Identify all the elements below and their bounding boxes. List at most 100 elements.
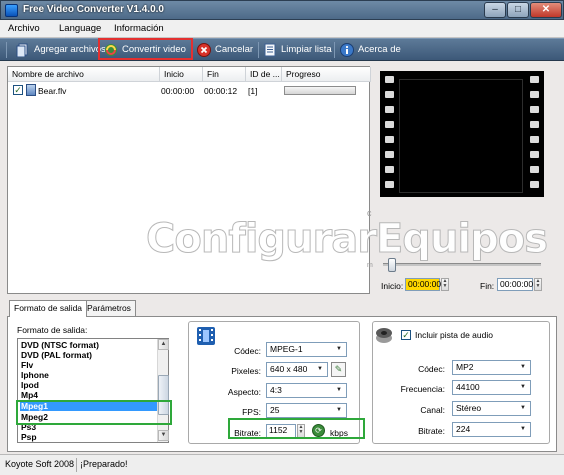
fps-select[interactable]: 25 ▼: [266, 403, 347, 418]
cancel-icon: [197, 43, 211, 57]
column-header-progress[interactable]: Progreso: [282, 67, 371, 82]
clear-list-label: Limpiar lista: [281, 44, 332, 55]
list-item[interactable]: Mp4: [20, 390, 158, 400]
chevron-down-icon: ▼: [520, 364, 526, 370]
film-sprocket: [385, 76, 394, 83]
video-file-icon: [26, 84, 36, 96]
about-label: Acerca de: [358, 44, 401, 55]
menu-language[interactable]: Language: [59, 23, 101, 34]
list-item[interactable]: DVD (PAL format): [20, 350, 158, 360]
video-codec-select[interactable]: MPEG-1 ▼: [266, 342, 347, 357]
watermark-m: m: [367, 262, 373, 269]
menu-archivo[interactable]: Archivo: [8, 23, 40, 34]
aspect-select[interactable]: 4:3 ▼: [266, 383, 347, 398]
watermark: ConfigurarEquipos: [145, 216, 548, 263]
video-codec-label: Códec:: [234, 346, 261, 356]
channel-select[interactable]: Stéreo ▼: [452, 401, 531, 416]
file-progress-bar: [284, 86, 356, 95]
list-item[interactable]: Iphone: [20, 370, 158, 380]
tab-parametros[interactable]: Parámetros: [82, 300, 136, 316]
pixels-select[interactable]: 640 x 480 ▼: [266, 362, 328, 377]
menu-informacion[interactable]: Información: [114, 23, 164, 34]
tab-formato-salida[interactable]: Formato de salida: [9, 300, 88, 317]
clear-list-button[interactable]: Limpiar lista: [263, 41, 332, 59]
list-item[interactable]: Flv: [20, 360, 158, 370]
row-checkbox[interactable]: ✓: [13, 85, 23, 95]
menu-bar: Archivo Language Información: [0, 20, 564, 38]
video-codec-value: MPEG-1: [270, 344, 303, 354]
channel-label: Canal:: [420, 405, 445, 415]
add-files-label: Agregar archivos: [34, 44, 106, 55]
about-button[interactable]: Acerca de: [340, 41, 401, 59]
audio-bitrate-value: 224: [456, 424, 471, 434]
column-header-end[interactable]: Fin: [203, 67, 246, 82]
film-sprocket: [385, 136, 394, 143]
film-icon: [197, 327, 215, 345]
add-files-button[interactable]: Agregar archivos: [16, 41, 106, 59]
aspect-value: 4:3: [270, 385, 282, 395]
close-button[interactable]: ✕: [530, 2, 562, 18]
film-sprocket: [530, 151, 539, 158]
film-sprocket: [530, 181, 539, 188]
pixels-value: 640 x 480: [270, 364, 308, 374]
status-divider: [76, 458, 77, 472]
add-files-icon: [16, 43, 28, 57]
scroll-up-button[interactable]: ▲: [158, 339, 169, 350]
chevron-down-icon: ▼: [336, 407, 342, 413]
speaker-icon: [376, 328, 392, 343]
edit-pixels-button[interactable]: ✎: [331, 362, 346, 377]
toolbar: Agregar archivos Convertir video Cancela…: [0, 38, 564, 61]
chevron-down-icon: ▼: [520, 384, 526, 390]
format-list-scrollbar[interactable]: ▲ ▼: [157, 339, 169, 442]
chevron-down-icon: ▼: [520, 426, 526, 432]
bitrate-highlight-box: [228, 418, 365, 439]
audio-bitrate-select[interactable]: 224 ▼: [452, 422, 531, 437]
film-sprocket: [385, 181, 394, 188]
audio-codec-select[interactable]: MP2 ▼: [452, 360, 531, 375]
end-time-input[interactable]: 00:00:00: [497, 278, 533, 291]
film-sprocket: [530, 76, 539, 83]
film-sprocket: [385, 166, 394, 173]
aspect-label: Aspecto:: [227, 387, 261, 397]
start-time-spinner[interactable]: ▲ ▼: [441, 278, 449, 291]
mpeg-highlight-box: [16, 400, 172, 425]
output-format-heading: Formato de salida:: [17, 325, 88, 335]
list-item[interactable]: Psp: [20, 432, 158, 442]
audio-codec-value: MP2: [456, 362, 474, 372]
list-item[interactable]: Ipod: [20, 380, 158, 390]
film-sprocket: [530, 121, 539, 128]
chevron-down-icon: ▼: [317, 366, 323, 372]
seek-slider-track[interactable]: [383, 263, 541, 266]
column-header-start[interactable]: Inicio: [160, 67, 203, 82]
film-sprocket: [385, 106, 394, 113]
file-start: 00:00:00: [161, 86, 195, 96]
include-audio-checkbox[interactable]: ✓: [401, 330, 411, 340]
frequency-value: 44100: [456, 382, 480, 392]
audio-bitrate-label: Bitrate:: [418, 426, 445, 436]
start-time-input[interactable]: 00:00:00: [405, 278, 441, 291]
file-id: [1]: [248, 86, 258, 96]
fps-value: 25: [270, 405, 280, 415]
cancel-button[interactable]: Cancelar: [197, 41, 255, 59]
start-label: Inicio:: [381, 281, 404, 291]
minimize-button[interactable]: –: [484, 2, 506, 18]
column-header-filename[interactable]: Nombre de archivo: [8, 67, 160, 82]
maximize-button[interactable]: □: [507, 2, 529, 18]
film-sprocket: [530, 106, 539, 113]
end-label: Fin:: [480, 281, 495, 291]
fps-label: FPS:: [242, 407, 261, 417]
frequency-select[interactable]: 44100 ▼: [452, 380, 531, 395]
toolbar-separator: [6, 42, 7, 58]
end-time-spinner[interactable]: ▲ ▼: [534, 278, 542, 291]
scroll-down-button[interactable]: ▼: [158, 430, 169, 441]
clear-list-icon: [264, 43, 276, 57]
file-name: Bear.flv: [38, 86, 67, 96]
column-header-id[interactable]: ID de ...: [246, 67, 282, 82]
watermark-c: c: [367, 208, 372, 218]
film-sprocket: [530, 91, 539, 98]
list-item[interactable]: DVD (NTSC format): [20, 340, 158, 350]
chevron-down-icon: ▼: [520, 405, 526, 411]
format-list[interactable]: DVD (NTSC format) DVD (PAL format) Flv I…: [17, 338, 169, 443]
status-bar: Koyote Soft 2008 ¡Preparado!: [0, 454, 564, 475]
title-bar: Free Video Converter V1.4.0.0 – □ ✕: [0, 0, 564, 20]
